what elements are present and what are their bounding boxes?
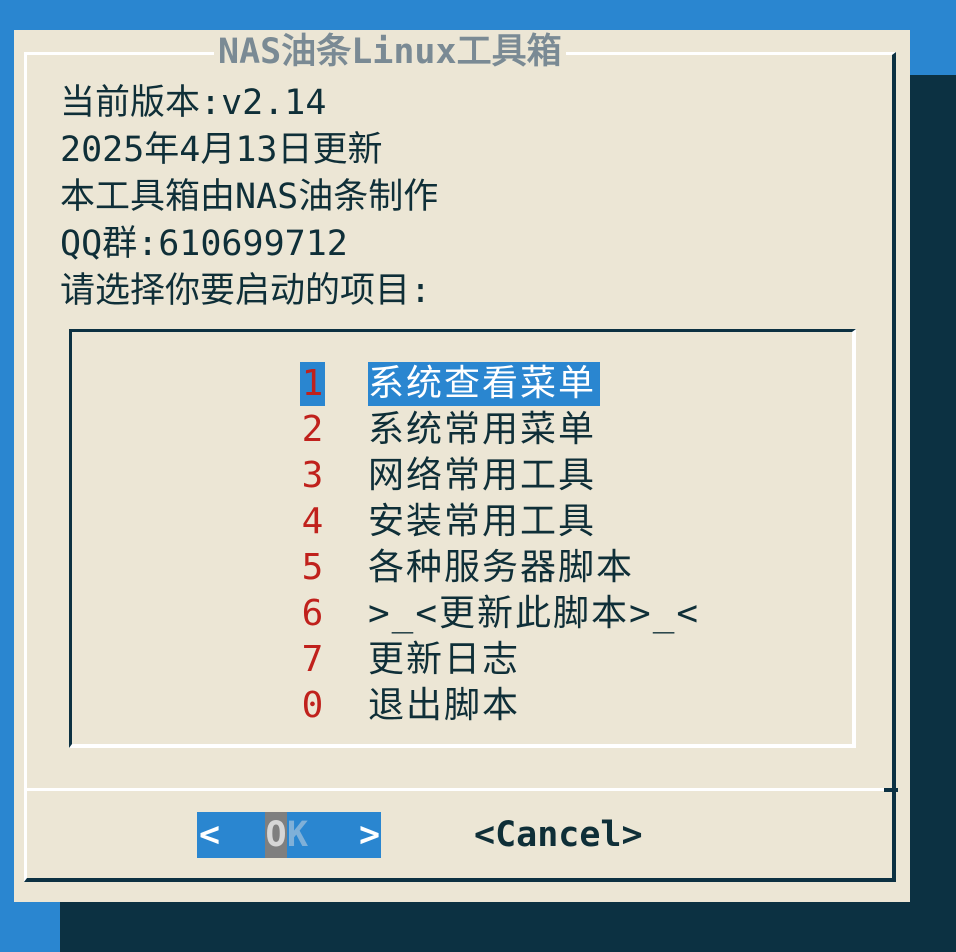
menu-item-label: 退出脚本: [368, 685, 521, 726]
button-divider-shade: [884, 788, 898, 792]
menu-item-label: >_<更新此脚本>_<: [368, 593, 701, 634]
menu-item-0[interactable]: 0 退出脚本: [72, 684, 852, 728]
menu-item-tag: 7: [301, 639, 324, 680]
ok-hotkey: O: [265, 812, 287, 858]
author-line: 本工具箱由NAS油条制作: [60, 177, 439, 217]
menu-item-tag: 6: [301, 593, 324, 634]
menu-item-6[interactable]: 6 >_<更新此脚本>_<: [72, 592, 852, 636]
menu-item-tag: 2: [301, 409, 324, 450]
menu-item-tag: 4: [301, 501, 324, 542]
ok-button[interactable]: < O K >: [197, 812, 381, 858]
menu-list: 1 系统查看菜单 2 系统常用菜单 3 网络常用工具 4 安装常用工具 5 各种…: [69, 329, 856, 748]
menu-item-4[interactable]: 4 安装常用工具: [72, 500, 852, 544]
dialog-title: NAS油条Linux工具箱: [214, 30, 566, 74]
menu-item-label: 更新日志: [368, 639, 521, 680]
cancel-button[interactable]: <Cancel>: [474, 812, 643, 858]
menu-item-label: 各种服务器脚本: [368, 547, 635, 588]
prompt-line: 请选择你要启动的项目:: [60, 271, 432, 311]
button-divider: [24, 788, 898, 791]
dialog-window: NAS油条Linux工具箱 当前版本:v2.14 2025年4月13日更新 本工…: [14, 30, 910, 902]
menu-item-tag: 5: [301, 547, 324, 588]
ok-right-bracket: >: [359, 815, 381, 855]
menu-item-label: 系统常用菜单: [368, 409, 597, 450]
menu-item-1[interactable]: 1 系统查看菜单: [72, 362, 852, 406]
menu-item-7[interactable]: 7 更新日志: [72, 638, 852, 682]
menu-item-tag: 1: [300, 362, 325, 406]
menu-item-tag: 0: [301, 685, 324, 726]
version-line: 当前版本:v2.14: [60, 83, 327, 123]
menu-item-tag: 3: [301, 455, 324, 496]
menu-item-label: 系统查看菜单: [368, 362, 601, 406]
menu-item-2[interactable]: 2 系统常用菜单: [72, 408, 852, 452]
ok-left-bracket: <: [199, 815, 221, 855]
menu-item-3[interactable]: 3 网络常用工具: [72, 454, 852, 498]
info-block: 当前版本:v2.14 2025年4月13日更新 本工具箱由NAS油条制作 QQ群…: [60, 80, 438, 315]
update-date-line: 2025年4月13日更新: [60, 130, 383, 170]
ok-label-rest: K: [287, 815, 309, 855]
menu-item-label: 安装常用工具: [368, 501, 597, 542]
menu-item-5[interactable]: 5 各种服务器脚本: [72, 546, 852, 590]
qq-group-line: QQ群:610699712: [60, 224, 348, 264]
menu-item-label: 网络常用工具: [368, 455, 597, 496]
